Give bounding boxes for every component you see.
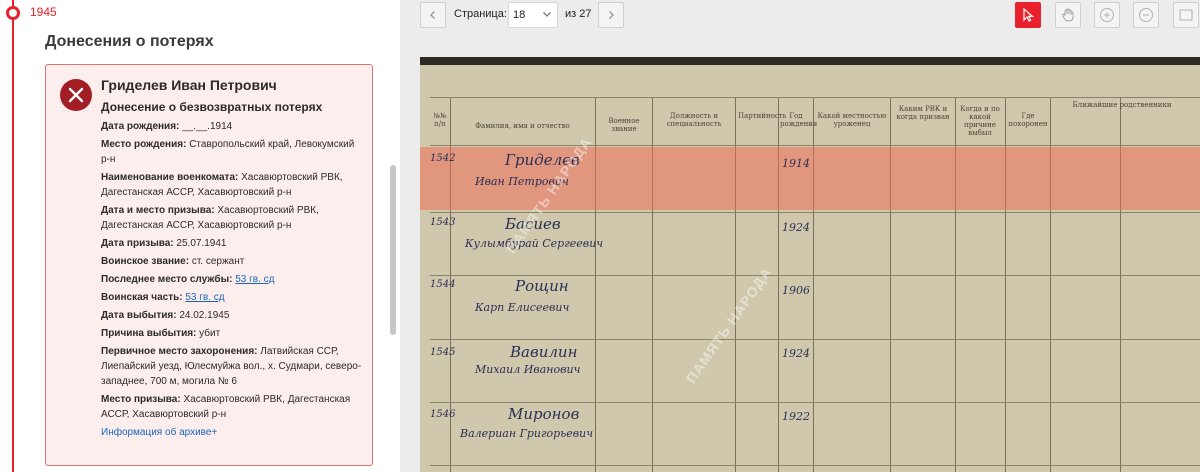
record-surname: Вавилин: [510, 343, 578, 361]
field-drop-reason: Причина выбытия: убит: [101, 328, 221, 339]
select-tool-button[interactable]: [1015, 2, 1041, 28]
chevron-down-icon: [543, 12, 551, 17]
timeline-line: [12, 0, 14, 472]
report-type: Донесение о безвозвратных потерях: [101, 100, 323, 114]
cursor-icon: [1023, 8, 1034, 22]
hand-icon: [1062, 8, 1074, 22]
page-select-value: 18: [513, 9, 526, 21]
person-fields: Дата рождения: __.__.1914 Место рождения…: [101, 119, 363, 440]
record-given-name: Михаил Иванович: [475, 363, 581, 376]
field-drop-date: Дата выбытия: 24.02.1945: [101, 310, 230, 321]
doc-header-position: Должность и специальность: [666, 112, 722, 128]
record-number: 1546: [430, 409, 456, 420]
field-draft-place: Место призыва: Хасавюртовский РВК, Дагес…: [101, 394, 351, 420]
field-birth-date: Дата рождения: __.__.1914: [101, 121, 233, 132]
record-number: 1545: [430, 347, 456, 358]
field-unit: Воинская часть: 53 гв. сд: [101, 292, 225, 303]
panel-scrollbar[interactable]: [390, 165, 396, 335]
record-year: 1922: [782, 410, 810, 423]
archive-info-link[interactable]: Информация об архиве+: [101, 425, 363, 440]
record-year: 1924: [782, 221, 810, 234]
unit-link[interactable]: 53 гв. сд: [185, 292, 224, 303]
record-given-name: Карп Елисеевич: [475, 301, 570, 314]
record-surname: Миронов: [508, 405, 580, 423]
record-given-name: Кулымбурай Сергеевич: [465, 237, 604, 250]
next-page-button[interactable]: [598, 2, 624, 28]
row-line: [430, 97, 1200, 98]
hand-tool-button[interactable]: [1055, 2, 1081, 28]
section-title: Донесения о потерях: [45, 33, 214, 50]
zoom-in-icon: [1100, 8, 1114, 22]
field-draft-date: Дата призыва: 25.07.1941: [101, 238, 227, 249]
doc-header-buried: Где похоронен: [1008, 112, 1048, 128]
fullscreen-icon: [1179, 9, 1193, 21]
app-root: 1945 Донесения о потерях Гриделев Иван П…: [0, 0, 1200, 472]
archive-document-image[interactable]: №№ п/п Фамилия, имя и отчество Военное з…: [420, 57, 1200, 472]
field-draft-date-place: Дата и место призыва: Хасавюртовский РВК…: [101, 205, 319, 231]
doc-header-year: Год рождения: [780, 112, 818, 128]
loss-reports-panel: 1945 Донесения о потерях Гриделев Иван П…: [0, 0, 400, 472]
record-number: 1544: [430, 279, 456, 290]
last-service-link[interactable]: 53 гв. сд: [235, 274, 274, 285]
viewer-toolbar: Страница: 18 из 27: [400, 0, 1200, 36]
timeline-year[interactable]: 1945: [30, 5, 57, 19]
field-birth-place: Место рождения: Ставропольский край, Лев…: [101, 139, 355, 165]
record-number: 1542: [430, 153, 456, 164]
doc-header-name: Фамилия, имя и отчество: [475, 122, 570, 130]
row-line: [430, 145, 1200, 146]
zoom-out-button[interactable]: [1133, 2, 1159, 28]
loss-report-card: Гриделев Иван Петрович Донесение о безво…: [45, 64, 373, 466]
killed-status-icon: [60, 79, 92, 111]
record-surname: Рощин: [515, 277, 569, 295]
doc-header-origin: Какой местностью уроженец: [817, 112, 887, 128]
record-year: 1914: [782, 157, 810, 170]
fullscreen-button[interactable]: [1173, 2, 1199, 28]
zoom-out-icon: [1139, 8, 1153, 22]
doc-header-dropped: Когда и по какой причине выбыл: [960, 105, 1000, 137]
row-line: [430, 465, 1200, 466]
chevron-left-icon: [430, 11, 435, 19]
person-name: Гриделев Иван Петрович: [101, 77, 277, 93]
record-given-name: Валериан Григорьевич: [460, 427, 594, 440]
document-viewer: Страница: 18 из 27 №№ п/п Фамилия, имя и…: [400, 0, 1200, 472]
prev-page-button[interactable]: [420, 2, 446, 28]
page-total: из 27: [565, 8, 592, 20]
record-year: 1906: [782, 284, 810, 297]
doc-header-relatives: Ближайшие родственники: [1072, 101, 1172, 109]
record-year: 1924: [782, 347, 810, 360]
doc-header-party: Партийность: [738, 112, 787, 120]
field-burial-place: Первичное место захоронения: Латвийская …: [101, 346, 362, 387]
field-commissariat: Наименование военкомата: Хасавюртовский …: [101, 172, 343, 198]
page-select[interactable]: 18: [508, 2, 558, 28]
doc-header-rank: Военное звание: [608, 117, 640, 133]
doc-header-rvk: Каким РВК и когда призван: [896, 105, 950, 121]
zoom-in-button[interactable]: [1094, 2, 1120, 28]
row-line: [430, 339, 1200, 340]
page-label: Страница:: [454, 8, 507, 20]
chevron-right-icon: [609, 11, 614, 19]
document-edge: [420, 57, 1200, 65]
timeline-dot-icon[interactable]: [6, 6, 20, 20]
field-last-service: Последнее место службы: 53 гв. сд: [101, 274, 275, 285]
field-rank: Воинское звание: ст. сержант: [101, 256, 245, 267]
record-number: 1543: [430, 217, 456, 228]
row-line: [430, 275, 1200, 276]
doc-header-num: №№ п/п: [433, 112, 447, 128]
row-line: [430, 402, 1200, 403]
